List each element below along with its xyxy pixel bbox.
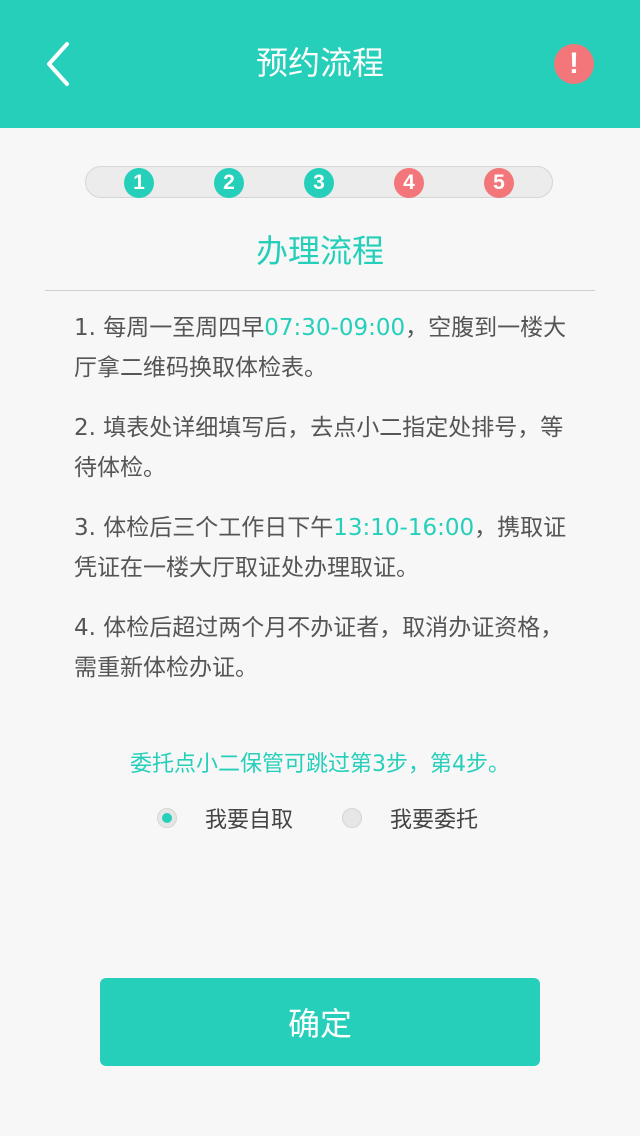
- confirm-button[interactable]: 确定: [100, 978, 540, 1066]
- procedure-item-3: 3. 体检后三个工作日下午13:10-16:00，携取证凭证在一楼大厅取证处办理…: [74, 515, 567, 581]
- page-title: 预约流程: [255, 44, 384, 82]
- step-1-badge: 1: [124, 168, 154, 198]
- procedure-item-4: 4. 体检后超过两个月不办证者，取消办证资格，需重新体检办证。: [74, 615, 564, 681]
- procedure-item-2: 2. 填表处详细填写后，去点小二指定处排号，等待体检。: [74, 415, 564, 481]
- radio-button[interactable]: [342, 808, 362, 828]
- procedure-list: 1. 每周一至周四早07:30-09:00，空腹到一楼大厅拿二维码换取体检表。 …: [74, 308, 574, 708]
- step-3-badge: 3: [304, 168, 334, 198]
- time-highlight: 07:30-09:00: [264, 315, 406, 341]
- entrust-note: 委托点小二保管可跳过第3步，第4步。: [130, 752, 510, 777]
- divider: [45, 290, 595, 291]
- time-highlight: 13:10-16:00: [333, 515, 475, 541]
- progress-stepper: 1 2 3 4 5: [85, 166, 553, 198]
- app-header: 预约流程 !: [0, 0, 640, 128]
- option-label: 我要自取: [205, 808, 294, 833]
- step-5-badge: 5: [484, 168, 514, 198]
- step-4-badge: 4: [394, 168, 424, 198]
- exclamation-icon: !: [569, 47, 579, 80]
- option-self-pickup[interactable]: 我要自取: [157, 800, 293, 836]
- option-entrust[interactable]: 我要委托: [342, 800, 478, 836]
- step-2-badge: 2: [214, 168, 244, 198]
- alert-button[interactable]: !: [554, 44, 594, 84]
- section-title: 办理流程: [255, 232, 384, 270]
- option-label: 我要委托: [390, 808, 479, 833]
- radio-button-checked[interactable]: [157, 808, 177, 828]
- procedure-item-1: 1. 每周一至周四早07:30-09:00，空腹到一楼大厅拿二维码换取体检表。: [74, 315, 567, 381]
